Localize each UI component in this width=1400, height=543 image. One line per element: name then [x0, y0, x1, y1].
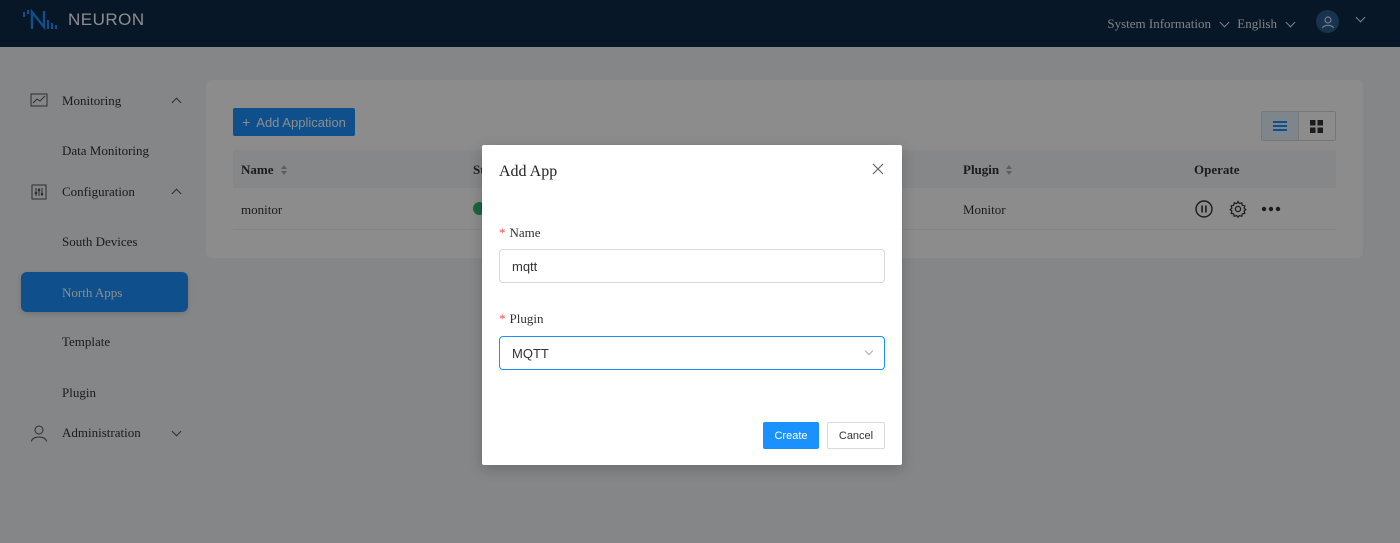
plugin-select[interactable]: MQTT [499, 336, 885, 370]
cancel-button[interactable]: Cancel [827, 422, 885, 449]
dialog-title: Add App [499, 163, 558, 180]
required-asterisk: * [499, 225, 506, 240]
name-field-label: * Name [499, 225, 541, 240]
chevron-down-icon [864, 346, 874, 356]
plugin-select-value: MQTT [512, 345, 549, 361]
add-app-dialog: Add App * Name mqtt * Plugin MQTT Create C… [482, 145, 902, 465]
name-input-value: mqtt [512, 258, 538, 274]
required-asterisk: * [499, 311, 506, 326]
close-icon[interactable] [872, 163, 884, 175]
create-button[interactable]: Create [763, 422, 819, 449]
plugin-field-label: * Plugin [499, 311, 544, 326]
name-input[interactable]: mqtt [499, 249, 885, 283]
